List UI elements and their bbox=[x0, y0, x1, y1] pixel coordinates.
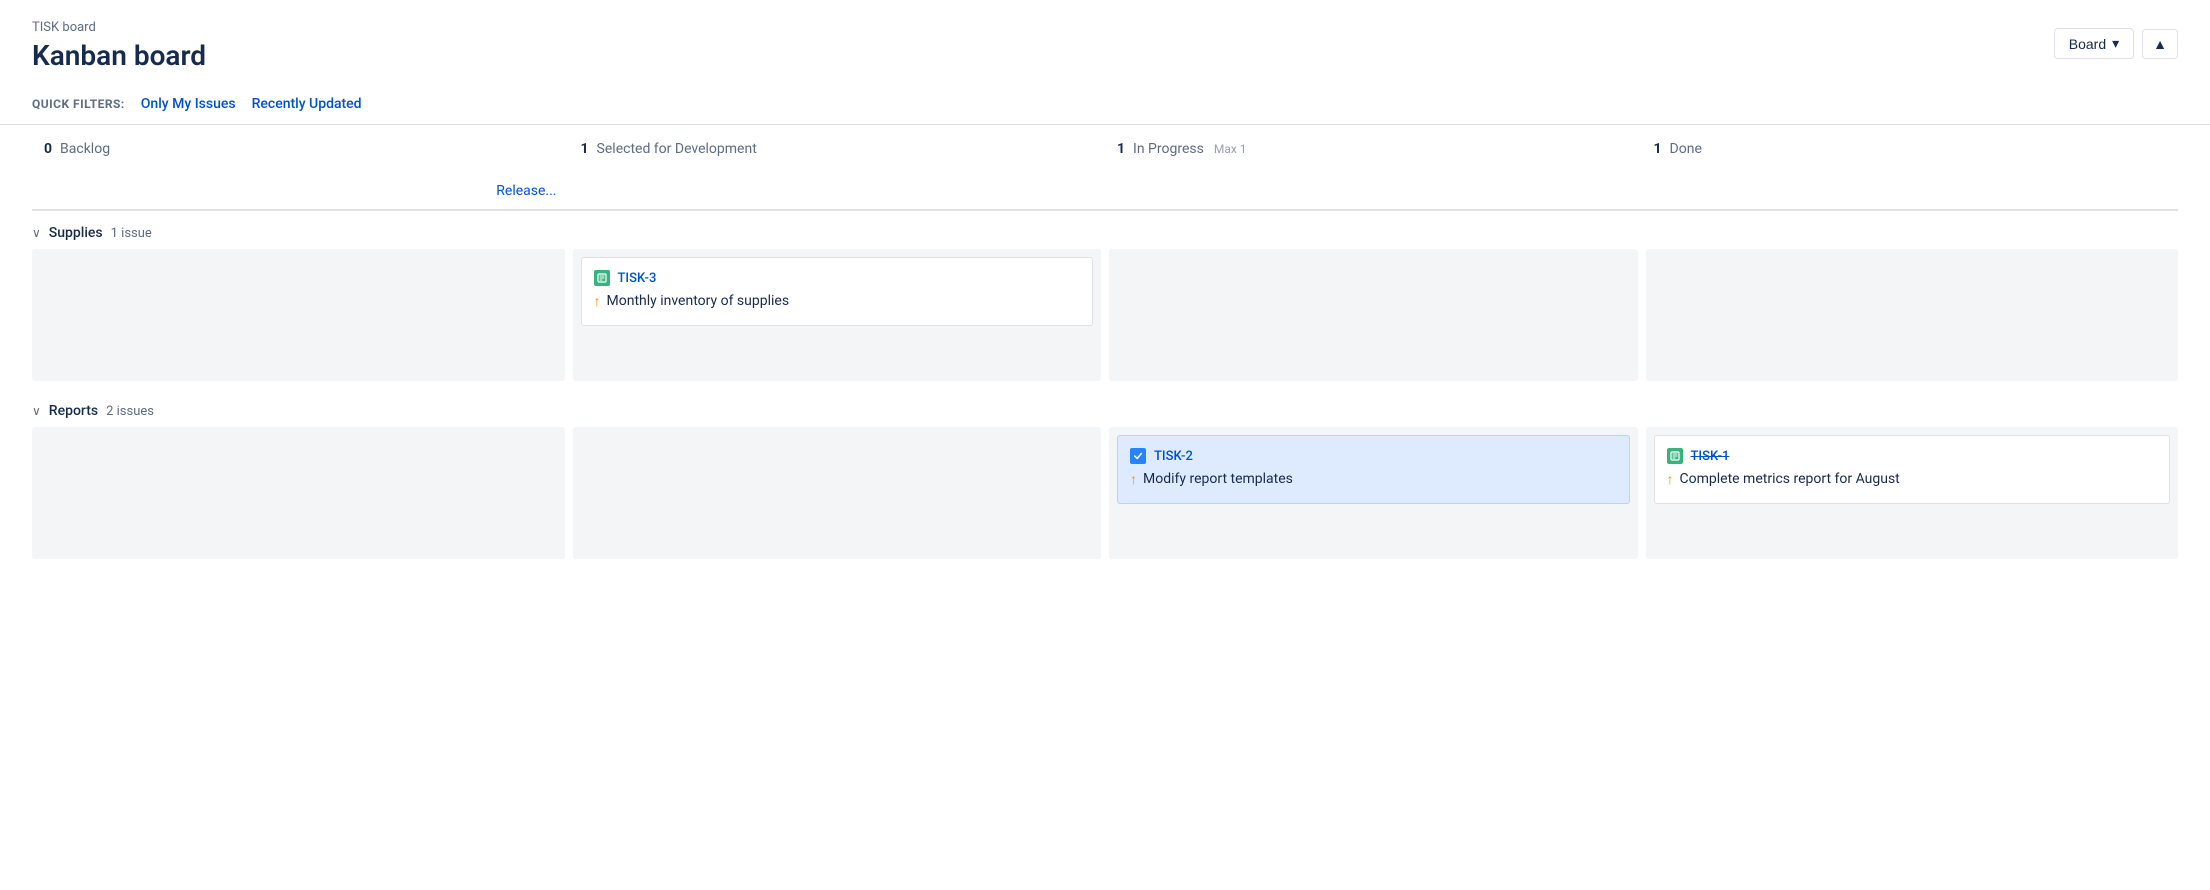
quick-filters-bar: QUICK FILTERS: Only My Issues Recently U… bbox=[0, 80, 2210, 125]
story-icon-2 bbox=[1667, 448, 1683, 464]
release-link[interactable]: Release... bbox=[32, 167, 569, 209]
quick-filters-label: QUICK FILTERS: bbox=[32, 97, 125, 111]
reports-done-cell: TISK-1 ↑ Complete metrics report for Aug… bbox=[1646, 427, 2179, 559]
filter-recently-updated[interactable]: Recently Updated bbox=[252, 96, 362, 112]
selected-count: 1 bbox=[581, 141, 589, 157]
supplies-row: TISK-3 ↑ Monthly inventory of supplies bbox=[32, 249, 2178, 389]
reports-inprogress-cell: TISK-2 ↑ Modify report templates bbox=[1109, 427, 1638, 559]
done-name: Done bbox=[1670, 141, 1702, 157]
card-tisk-2[interactable]: TISK-2 ↑ Modify report templates bbox=[1117, 435, 1630, 504]
card-tisk-3-title: ↑ Monthly inventory of supplies bbox=[594, 292, 1081, 313]
priority-high-icon-2: ↑ bbox=[1130, 471, 1137, 491]
task-icon bbox=[1130, 448, 1146, 464]
story-icon bbox=[594, 270, 610, 286]
reports-backlog-cell bbox=[32, 427, 565, 559]
supplies-chevron-icon: ∨ bbox=[32, 226, 41, 240]
dropdown-icon: ▾ bbox=[2112, 35, 2119, 52]
priority-high-icon-3: ↑ bbox=[1667, 471, 1674, 491]
supplies-backlog-cell bbox=[32, 249, 565, 381]
group-reports-header[interactable]: ∨ Reports 2 issues bbox=[32, 389, 2178, 427]
columns-header: 0 Backlog 1 Selected for Development 1 I… bbox=[32, 125, 2178, 211]
done-count: 1 bbox=[1654, 141, 1662, 157]
page-header: TISK board Kanban board Board ▾ ▲ bbox=[0, 0, 2210, 72]
board-button-label: Board bbox=[2069, 36, 2106, 52]
inprogress-name: In Progress bbox=[1133, 141, 1204, 157]
reports-chevron-icon: ∨ bbox=[32, 404, 41, 418]
card-tisk-2-title: ↑ Modify report templates bbox=[1130, 470, 1617, 491]
reports-group-name: Reports bbox=[49, 403, 98, 419]
collapse-button[interactable]: ▲ bbox=[2142, 29, 2178, 59]
supplies-group-name: Supplies bbox=[49, 225, 103, 241]
group-supplies-header[interactable]: ∨ Supplies 1 issue bbox=[32, 211, 2178, 249]
group-supplies: ∨ Supplies 1 issue TISK-3 ↑ bbox=[32, 211, 2178, 389]
priority-high-icon: ↑ bbox=[594, 293, 601, 313]
inprogress-max: Max 1 bbox=[1214, 142, 1247, 156]
col-header-inprogress: 1 In Progress Max 1 bbox=[1105, 125, 1642, 167]
collapse-icon: ▲ bbox=[2153, 36, 2167, 52]
col-header-selected: 1 Selected for Development bbox=[569, 125, 1106, 167]
card-tisk-2-header: TISK-2 bbox=[1130, 448, 1617, 464]
reports-group-count: 2 issues bbox=[106, 404, 154, 419]
card-tisk-2-id[interactable]: TISK-2 bbox=[1154, 449, 1193, 464]
col-header-done: 1 Done bbox=[1642, 125, 2179, 167]
card-tisk-3-id[interactable]: TISK-3 bbox=[618, 271, 657, 286]
supplies-group-count: 1 issue bbox=[111, 226, 152, 241]
supplies-inprogress-cell bbox=[1109, 249, 1638, 381]
header-actions: Board ▾ ▲ bbox=[2054, 20, 2178, 59]
card-tisk-1[interactable]: TISK-1 ↑ Complete metrics report for Aug… bbox=[1654, 435, 2171, 504]
board-label: TISK board bbox=[32, 20, 206, 35]
supplies-done-cell bbox=[1646, 249, 2179, 381]
col-header-backlog: 0 Backlog bbox=[32, 125, 569, 167]
group-reports: ∨ Reports 2 issues TISK-2 bbox=[32, 389, 2178, 567]
backlog-count: 0 bbox=[44, 141, 52, 157]
inprogress-count: 1 bbox=[1117, 141, 1125, 157]
title-block: TISK board Kanban board bbox=[32, 20, 206, 72]
filter-only-my-issues[interactable]: Only My Issues bbox=[141, 96, 236, 112]
board-view-button[interactable]: Board ▾ bbox=[2054, 28, 2134, 59]
card-tisk-3-header: TISK-3 bbox=[594, 270, 1081, 286]
supplies-selected-cell: TISK-3 ↑ Monthly inventory of supplies bbox=[573, 249, 1102, 381]
card-tisk-3[interactable]: TISK-3 ↑ Monthly inventory of supplies bbox=[581, 257, 1094, 326]
card-tisk-1-title: ↑ Complete metrics report for August bbox=[1667, 470, 2158, 491]
reports-selected-cell bbox=[573, 427, 1102, 559]
kanban-board: 0 Backlog 1 Selected for Development 1 I… bbox=[0, 125, 2210, 567]
selected-name: Selected for Development bbox=[597, 141, 757, 157]
board-title: Kanban board bbox=[32, 39, 206, 72]
backlog-name: Backlog bbox=[60, 141, 110, 157]
card-tisk-1-id[interactable]: TISK-1 bbox=[1691, 449, 1730, 464]
reports-row: TISK-2 ↑ Modify report templates bbox=[32, 427, 2178, 567]
card-tisk-1-header: TISK-1 bbox=[1667, 448, 2158, 464]
